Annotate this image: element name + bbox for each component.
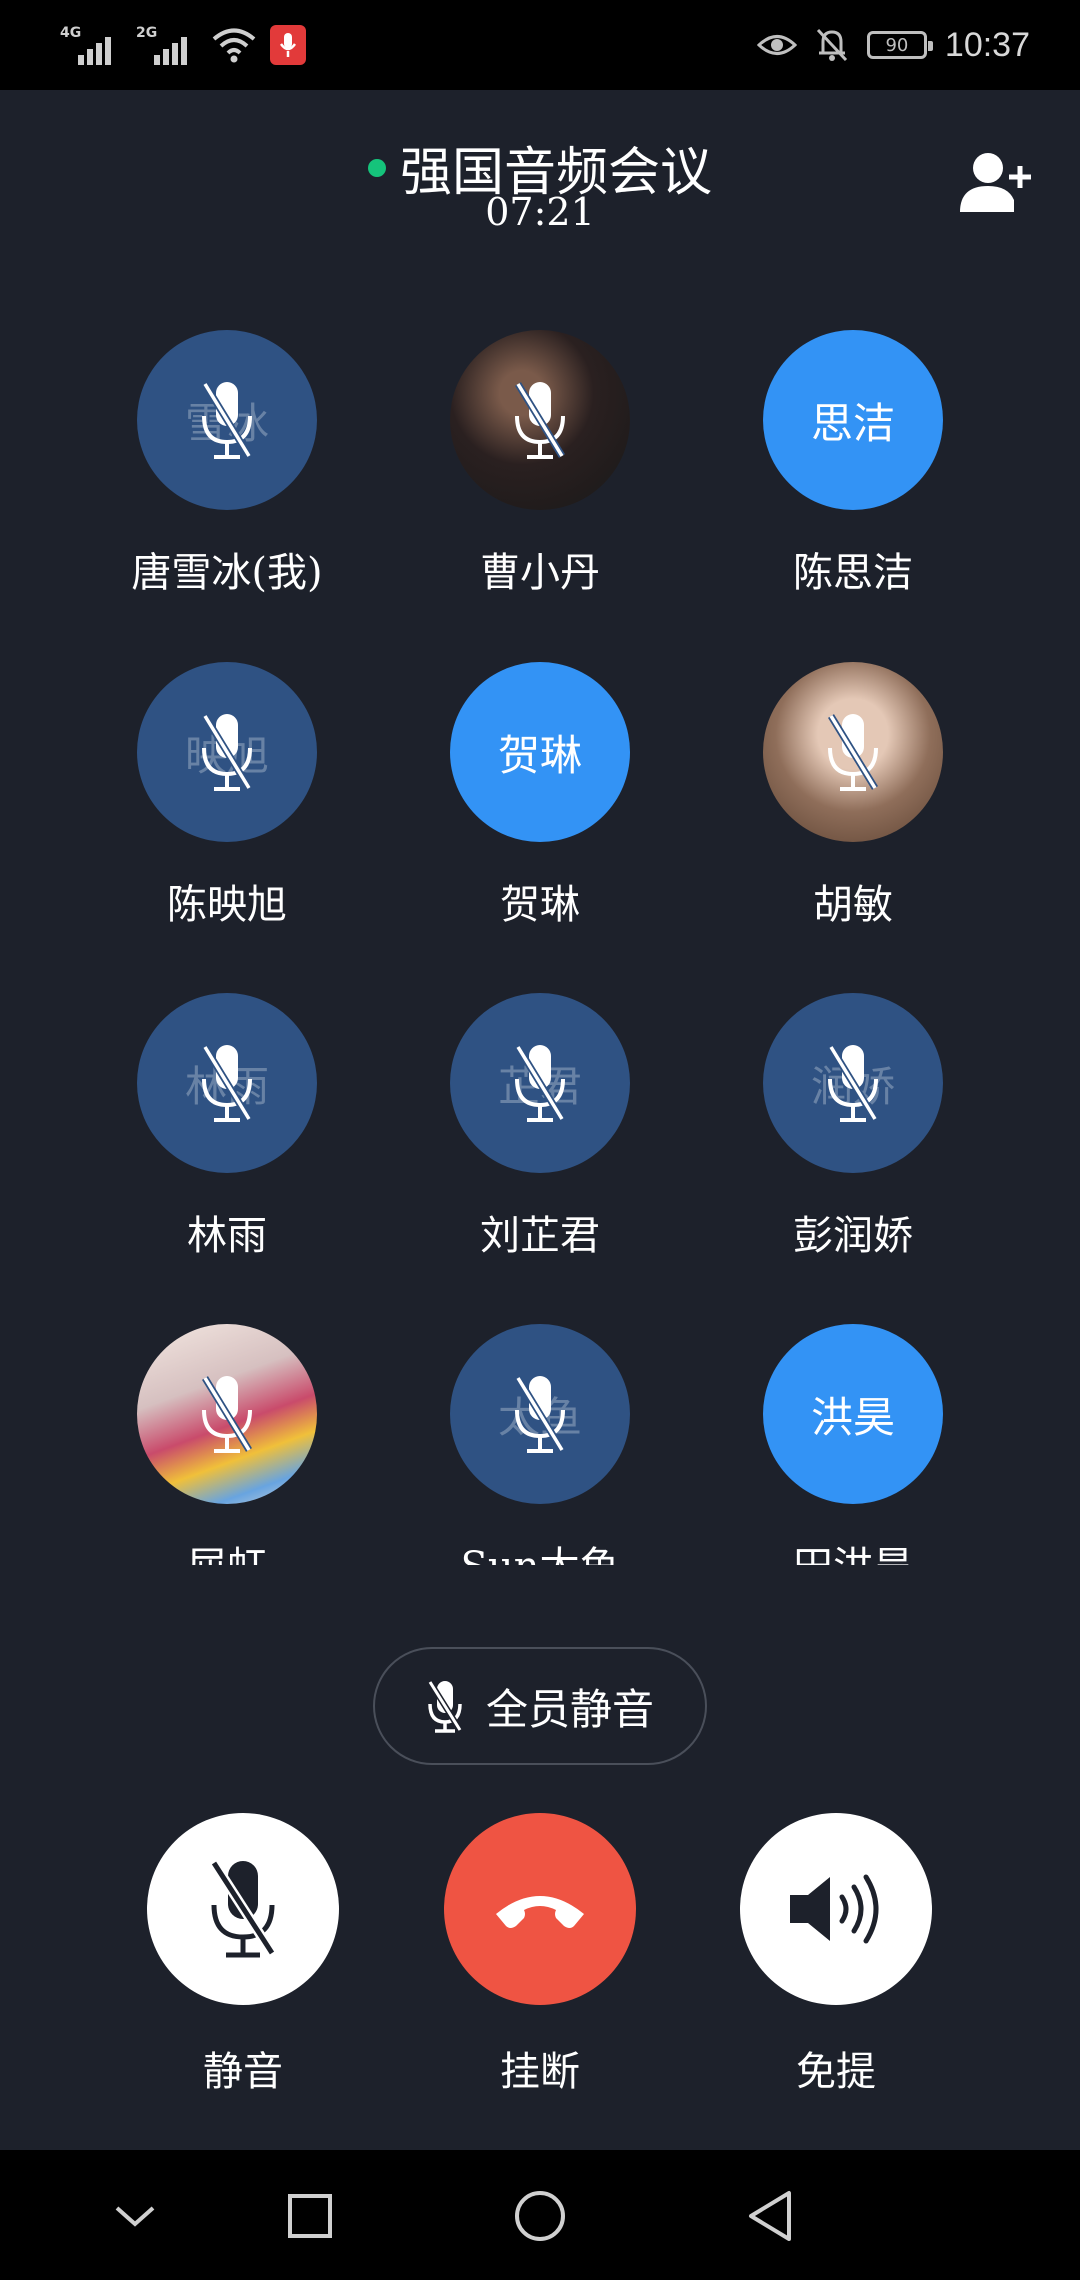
eye-comfort-icon xyxy=(756,35,797,55)
system-nav-bar xyxy=(0,2150,1080,2280)
participant-name: 陈映旭 xyxy=(167,882,287,928)
participant-tile[interactable]: 屈虹 xyxy=(87,1324,367,1565)
speaker-control: 免提 xyxy=(736,1813,936,2113)
phone-hangup-icon xyxy=(496,1896,584,1928)
avatar-initials: 洪昊 xyxy=(810,1392,895,1442)
mute-button[interactable] xyxy=(147,1813,339,2005)
status-bar: 4G 2G 90 10:37 xyxy=(0,0,1080,90)
status-left: 4G 2G xyxy=(60,20,306,70)
participant-name: 贺琳 xyxy=(500,882,580,928)
mute-label: 静音 xyxy=(203,2049,283,2095)
mic-off-icon xyxy=(515,1045,565,1122)
mic-off-icon xyxy=(202,714,252,791)
wifi-icon xyxy=(212,28,256,63)
recording-mic-icon xyxy=(270,25,306,65)
mic-off-icon xyxy=(515,1376,565,1453)
avatar: 林雨 xyxy=(137,993,317,1173)
participant-name: Sun太鱼 xyxy=(400,1534,680,1565)
participant-tile[interactable]: 胡敏 xyxy=(713,662,993,992)
collapse-chevron-icon[interactable] xyxy=(105,2186,165,2246)
mic-off-icon xyxy=(828,1045,878,1122)
avatar: 润娇 xyxy=(763,993,943,1173)
notifications-off-icon xyxy=(816,28,848,62)
participant-tile[interactable]: 芷君刘芷君 xyxy=(400,993,680,1323)
mic-off-icon xyxy=(515,382,565,459)
participant-name: 陈思洁 xyxy=(793,550,913,596)
speaker-icon xyxy=(790,1874,879,1944)
avatar: 芷君 xyxy=(450,993,630,1173)
mic-off-icon xyxy=(202,382,252,459)
mic-off-icon xyxy=(209,1860,277,1958)
battery-icon: 90 xyxy=(866,31,933,59)
avatar-initials: 思洁 xyxy=(810,398,895,448)
participant-tile[interactable]: 洪昊田洪昊 xyxy=(713,1324,993,1565)
avatar: 贺琳 xyxy=(450,662,630,842)
avatar xyxy=(450,330,630,510)
participant-tile[interactable]: 曹小丹 xyxy=(400,330,680,660)
participant-tile[interactable]: 林雨林雨 xyxy=(87,993,367,1323)
status-right: 90 10:37 xyxy=(756,20,1030,70)
avatar-initials: 贺琳 xyxy=(497,730,582,780)
participant-name: 刘芷君 xyxy=(480,1213,600,1259)
mic-off-icon xyxy=(828,714,878,791)
mic-off-icon xyxy=(202,1045,252,1122)
mic-off-icon xyxy=(202,1376,252,1453)
speaker-button[interactable] xyxy=(740,1813,932,2005)
mute-all-label: 全员静音 xyxy=(485,1684,654,1734)
participant-name: 彭润娇 xyxy=(793,1213,913,1259)
avatar: 思洁 xyxy=(763,330,943,510)
participant-grid: 雪冰唐雪冰(我)曹小丹思洁陈思洁映旭陈映旭贺琳贺琳胡敏林雨林雨芷君刘芷君润娇彭润… xyxy=(0,330,1080,1565)
add-person-icon[interactable] xyxy=(958,146,1036,218)
back-triangle-icon[interactable] xyxy=(740,2186,800,2246)
participant-name: 曹小丹 xyxy=(480,550,600,596)
recents-square-icon[interactable] xyxy=(280,2186,340,2246)
participant-tile[interactable]: 雪冰唐雪冰(我) xyxy=(87,330,367,660)
avatar xyxy=(137,1324,317,1504)
battery-level: 90 xyxy=(885,34,909,56)
avatar: 雪冰 xyxy=(137,330,317,510)
participant-name: 胡敏 xyxy=(813,882,893,928)
status-time: 10:37 xyxy=(944,25,1030,64)
participant-name: 唐雪冰(我) xyxy=(131,550,323,596)
call-timer: 07:21 xyxy=(485,190,595,234)
participant-tile[interactable]: 润娇彭润娇 xyxy=(713,993,993,1323)
avatar: 洪昊 xyxy=(763,1324,943,1504)
speaker-label: 免提 xyxy=(796,2049,876,2095)
participant-tile[interactable]: 太鱼 Sun太鱼 xyxy=(400,1324,680,1565)
participant-name: 屈虹 xyxy=(87,1534,367,1565)
participant-name: 林雨 xyxy=(187,1213,267,1259)
hangup-control: 挂断 xyxy=(440,1813,640,2113)
signal-4g-icon: 4G xyxy=(60,25,122,65)
avatar xyxy=(763,662,943,842)
home-circle-icon[interactable] xyxy=(510,2186,570,2246)
mic-off-icon xyxy=(427,1680,463,1733)
mute-all-button[interactable]: 全员静音 xyxy=(373,1647,707,1765)
avatar: 映旭 xyxy=(137,662,317,842)
participant-tile[interactable]: 贺琳 贺琳 xyxy=(400,662,680,992)
hangup-label: 挂断 xyxy=(500,2049,580,2095)
live-status-dot xyxy=(367,158,386,177)
mute-control: 静音 xyxy=(143,1813,343,2113)
hangup-button[interactable] xyxy=(444,1813,636,2005)
participant-tile[interactable]: 映旭陈映旭 xyxy=(87,662,367,992)
participant-tile[interactable]: 思洁 陈思洁 xyxy=(713,330,993,660)
call-header: 强国音频会议 07:21 xyxy=(0,90,1080,260)
signal-2g-icon: 2G xyxy=(136,25,198,65)
participant-name: 田洪昊 xyxy=(713,1534,993,1565)
avatar: 太鱼 xyxy=(450,1324,630,1504)
